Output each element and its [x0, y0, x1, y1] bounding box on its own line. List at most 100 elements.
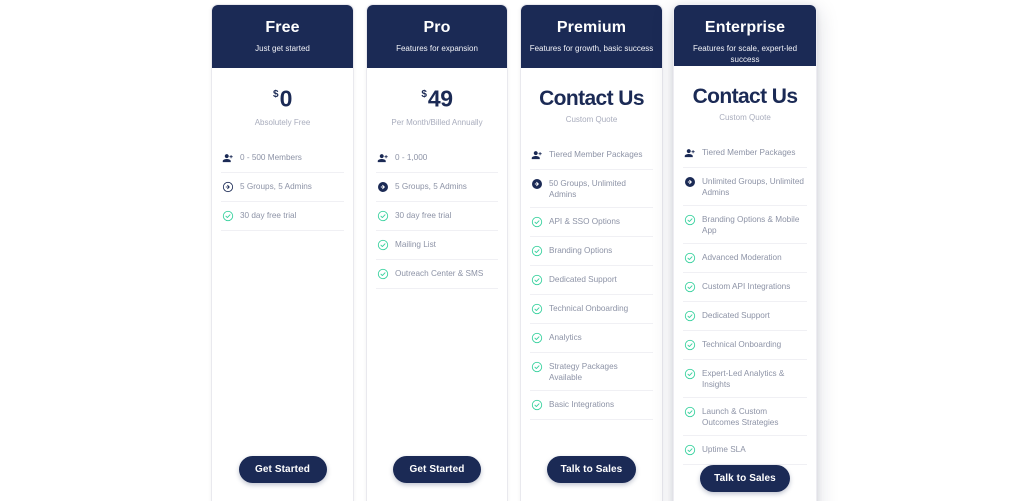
check-circle-icon	[531, 361, 543, 373]
feature-label: Advanced Moderation	[702, 253, 782, 262]
feature-item: Strategy Packages Available	[530, 353, 653, 391]
plan-cta-container: Talk to Sales	[521, 456, 662, 501]
feature-label: 30 day free trial	[395, 211, 452, 221]
feature-label: Basic Integrations	[549, 400, 615, 409]
feature-item: Tiered Member Packages	[530, 141, 653, 170]
price-subtitle: Custom Quote	[565, 115, 618, 124]
feature-label: Technical Onboarding	[549, 304, 629, 313]
feature-item: 50 Groups, Unlimited Admins	[530, 170, 653, 208]
plan-price: $0	[218, 86, 347, 114]
check-circle-icon	[684, 281, 696, 293]
plan-cta-container: Talk to Sales	[674, 465, 816, 501]
plan-feature-list: Tiered Member Packages Unlimited Groups, …	[674, 139, 816, 465]
user-plus-icon	[222, 152, 234, 164]
user-plus-icon	[377, 152, 389, 164]
feature-item: Unlimited Groups, Unlimited Admins	[683, 168, 807, 206]
plan-header-premium: Premium Features for growth, basic succes…	[521, 5, 662, 68]
contact-us-text: Contact Us	[692, 85, 798, 108]
feature-label: Strategy Packages Available	[549, 362, 618, 382]
feature-label: Analytics	[549, 333, 582, 342]
pricing-plans-container: Free Just get started $0 Absolutely Free 0 -…	[0, 0, 1024, 501]
plan-tagline: Features for scale, expert-led success	[692, 44, 798, 64]
feature-label: Branding Options & Mobile App	[702, 215, 800, 235]
feature-label: Mailing List	[395, 240, 436, 250]
plan-header-pro: Pro Features for expansion	[367, 5, 507, 68]
plan-price-block: Contact Us Custom Quote	[674, 66, 816, 123]
check-circle-icon	[222, 210, 234, 222]
plan-card-free: Free Just get started $0 Absolutely Free 0 -…	[211, 4, 354, 501]
check-circle-icon	[684, 368, 696, 380]
cta-button-premium[interactable]: Talk to Sales	[546, 456, 637, 483]
feature-item: Branding Options	[530, 237, 653, 266]
cta-button-pro[interactable]: Get Started	[393, 456, 481, 483]
plan-price-block: $0 Absolutely Free	[212, 68, 353, 128]
plan-tagline: Just get started	[255, 44, 310, 53]
check-circle-icon	[531, 216, 543, 228]
feature-item: Technical Onboarding	[683, 331, 807, 360]
check-circle-icon	[684, 406, 696, 418]
check-circle-icon	[531, 332, 543, 344]
feature-label: Expert-Led Analytics & Insights	[702, 369, 785, 389]
check-circle-icon	[377, 268, 389, 280]
feature-label: Dedicated Support	[702, 311, 770, 320]
plan-feature-list: 0 - 500 Members 5 Groups, 5 Admins 30 day …	[212, 144, 353, 232]
feature-item: 0 - 500 Members	[221, 144, 344, 174]
plan-cta-container: Get Started	[367, 456, 507, 501]
plan-name: Premium	[556, 19, 627, 36]
user-plus-icon	[684, 147, 696, 159]
plan-cta-container: Get Started	[212, 456, 353, 501]
feature-label: 30 day free trial	[240, 211, 297, 221]
feature-item: Dedicated Support	[530, 266, 653, 295]
feature-label: Launch & Custom Outcomes Strategies	[702, 407, 779, 427]
feature-item: Branding Options & Mobile App	[683, 206, 807, 244]
feature-label: 0 - 500 Members	[240, 153, 302, 163]
feature-item: API & SSO Options	[530, 208, 653, 237]
feature-item: Outreach Center & SMS	[376, 260, 498, 290]
check-circle-icon	[531, 274, 543, 286]
feature-item: Advanced Moderation	[683, 244, 807, 273]
check-circle-icon	[684, 310, 696, 322]
feature-label: Outreach Center & SMS	[395, 269, 484, 279]
plan-tagline: Features for expansion	[396, 44, 478, 53]
check-circle-icon	[377, 210, 389, 222]
plan-name: Pro	[423, 19, 451, 36]
plan-name: Free	[265, 19, 300, 36]
feature-label: Custom API Integrations	[702, 282, 791, 291]
check-circle-icon	[684, 214, 696, 226]
plan-price-block: Contact Us Custom Quote	[521, 68, 662, 125]
feature-item: 5 Groups, 5 Admins	[376, 173, 498, 203]
feature-label: Uptime SLA	[702, 445, 746, 454]
feature-item: Uptime SLA	[683, 436, 807, 465]
check-circle-icon	[684, 252, 696, 264]
price-subtitle: Absolutely Free	[254, 118, 311, 128]
feature-item: Custom API Integrations	[683, 273, 807, 302]
plan-header-enterprise: Enterprise Features for scale, expert-led…	[674, 5, 816, 66]
currency-symbol: $	[273, 89, 279, 100]
feature-item: Dedicated Support	[683, 302, 807, 331]
cta-button-free[interactable]: Get Started	[238, 456, 327, 483]
feature-label: 5 Groups, 5 Admins	[240, 182, 312, 192]
plan-feature-list: 0 - 1,000 5 Groups, 5 Admins 30 day free t…	[367, 144, 507, 290]
plan-card-pro: Pro Features for expansion $49 Per Month/Bi…	[366, 4, 508, 501]
plan-feature-list: Tiered Member Packages 50 Groups, Unlimit…	[521, 141, 662, 420]
check-circle-icon	[684, 339, 696, 351]
feature-item: Basic Integrations	[530, 391, 653, 420]
feature-label: Tiered Member Packages	[702, 148, 796, 157]
feature-item: Expert-Led Analytics & Insights	[683, 360, 807, 398]
cta-button-enterprise[interactable]: Talk to Sales	[700, 465, 790, 492]
feature-item: 30 day free trial	[376, 202, 498, 232]
check-circle-icon	[531, 303, 543, 315]
feature-item: 5 Groups, 5 Admins	[221, 173, 344, 203]
price-amount: 0	[279, 85, 293, 112]
arrow-circle-filled-icon	[684, 176, 696, 188]
check-circle-icon	[684, 444, 696, 456]
plan-price: $49	[373, 86, 501, 114]
price-subtitle: Custom Quote	[719, 113, 771, 122]
feature-label: Dedicated Support	[549, 275, 617, 284]
feature-label: API & SSO Options	[549, 217, 620, 226]
feature-label: Unlimited Groups, Unlimited Admins	[702, 177, 804, 197]
feature-label: Technical Onboarding	[702, 340, 782, 349]
arrow-circle-outline-icon	[222, 181, 234, 193]
feature-item: Tiered Member Packages	[683, 139, 807, 168]
contact-us-text: Contact Us	[539, 87, 644, 110]
